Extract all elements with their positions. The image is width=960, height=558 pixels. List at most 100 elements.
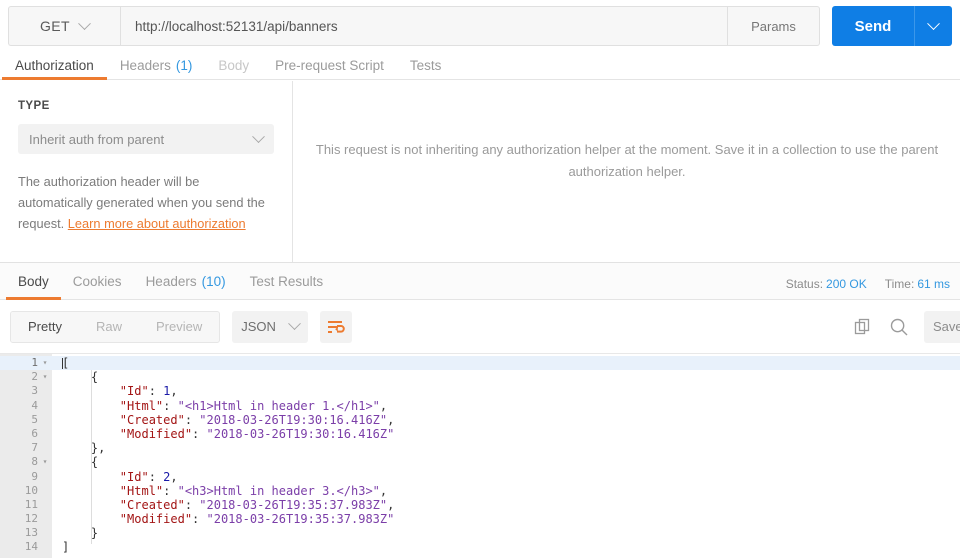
auth-type-panel: TYPE Inherit auth from parent The author… bbox=[0, 81, 293, 262]
auth-help-text: The authorization header will be automat… bbox=[18, 171, 268, 234]
search-button[interactable] bbox=[888, 316, 910, 338]
code-line[interactable]: 4 "Html": "<h1>Html in header 1.</h1>", bbox=[0, 399, 960, 413]
tab-pre-request-script[interactable]: Pre-request Script bbox=[262, 51, 397, 79]
code-line[interactable]: 6 "Modified": "2018-03-26T19:30:16.416Z" bbox=[0, 427, 960, 441]
tab-test-results-label: Test Results bbox=[249, 273, 324, 289]
chevron-down-icon bbox=[288, 317, 302, 331]
request-tabs: Authorization Headers (1) Body Pre-reque… bbox=[0, 52, 960, 80]
auth-type-value: Inherit auth from parent bbox=[29, 131, 165, 147]
tab-response-headers-label: Headers bbox=[145, 273, 197, 289]
send-options-button[interactable] bbox=[914, 6, 952, 46]
tab-test-results[interactable]: Test Results bbox=[238, 263, 336, 299]
auth-message-panel: This request is not inheriting any autho… bbox=[294, 81, 960, 262]
time-label: Time: bbox=[884, 277, 915, 291]
status-label: Status: bbox=[785, 277, 824, 291]
time-indicator: Time: 61 ms bbox=[885, 277, 950, 291]
auth-type-select[interactable]: Inherit auth from parent bbox=[18, 124, 274, 154]
time-value: 61 ms bbox=[917, 277, 950, 291]
line-number: 4 bbox=[31, 398, 38, 412]
code-text: { bbox=[62, 370, 99, 385]
code-text: } bbox=[62, 526, 99, 541]
code-line[interactable]: 2 ▾ { bbox=[0, 370, 960, 384]
view-mode-raw[interactable]: Raw bbox=[79, 312, 139, 342]
code-line[interactable]: 8 ▾ { bbox=[0, 455, 960, 469]
tab-authorization-label: Authorization bbox=[15, 57, 94, 73]
tab-tests-label: Tests bbox=[409, 57, 442, 73]
format-select-value: JSON bbox=[241, 319, 276, 334]
tab-cookies-label: Cookies bbox=[72, 273, 122, 289]
auth-type-heading: TYPE bbox=[18, 100, 50, 112]
code-text: "Html": "<h1>Html in header 1.</h1>", bbox=[119, 398, 388, 413]
code-line[interactable]: 5 "Created": "2018-03-26T19:30:16.416Z", bbox=[0, 413, 960, 427]
code-text: [ bbox=[62, 356, 70, 370]
code-line[interactable]: 7 }, bbox=[0, 441, 960, 455]
code-line[interactable]: 10 "Html": "<h3>Html in header 3.</h3>", bbox=[0, 484, 960, 498]
code-line[interactable]: 13 } bbox=[0, 526, 960, 540]
tab-response-body-label: Body bbox=[18, 273, 49, 289]
line-number: 3 bbox=[31, 384, 38, 398]
code-line[interactable]: 9 "Id": 2, bbox=[0, 470, 960, 484]
chevron-down-icon bbox=[78, 16, 91, 30]
copy-button[interactable] bbox=[852, 316, 874, 338]
code-text: "Id": 1, bbox=[119, 384, 178, 399]
code-text: "Html": "<h3>Html in header 3.</h3>", bbox=[119, 483, 388, 498]
tab-tests[interactable]: Tests bbox=[397, 51, 455, 79]
send-button[interactable]: Send bbox=[832, 6, 914, 46]
format-select[interactable]: JSON bbox=[232, 310, 309, 343]
url-input[interactable]: http://localhost:52131/api/banners bbox=[120, 6, 728, 46]
code-line[interactable]: 12 "Modified": "2018-03-26T19:35:37.983Z… bbox=[0, 512, 960, 526]
line-number: 11 bbox=[24, 497, 38, 511]
tab-response-body[interactable]: Body bbox=[6, 263, 61, 300]
tab-response-headers-count: (10) bbox=[201, 273, 226, 289]
tab-response-headers[interactable]: Headers (10) bbox=[134, 263, 238, 299]
line-number: 10 bbox=[24, 483, 38, 497]
save-response-button[interactable]: Save Response bbox=[924, 310, 960, 343]
status-indicator: Status: 200 OK bbox=[786, 277, 867, 291]
view-mode-preview[interactable]: Preview bbox=[139, 312, 219, 342]
copy-icon bbox=[854, 318, 870, 334]
view-mode-pretty[interactable]: Pretty bbox=[11, 311, 79, 342]
response-body-viewer[interactable]: 1 ▾[2 ▾ {3 "Id": 1, 4 "Html": "<h1>Html in … bbox=[0, 353, 960, 558]
response-meta: Status: 200 OK Time: 61 ms bbox=[786, 277, 950, 291]
tab-cookies[interactable]: Cookies bbox=[61, 263, 134, 299]
json-code-block[interactable]: 1 ▾[2 ▾ {3 "Id": 1, 4 "Html": "<h1>Html in … bbox=[0, 354, 960, 555]
code-line[interactable]: 14] bbox=[0, 540, 960, 554]
send-button-group: Send bbox=[832, 6, 952, 46]
fold-toggle-icon[interactable]: ▾ bbox=[38, 370, 52, 384]
tab-pre-request-script-label: Pre-request Script bbox=[275, 57, 384, 73]
line-number: 7 bbox=[31, 441, 38, 455]
code-text: "Modified": "2018-03-26T19:30:16.416Z" bbox=[119, 426, 395, 441]
code-text: "Id": 2, bbox=[119, 469, 178, 484]
view-mode-group: Pretty Raw Preview bbox=[10, 310, 221, 343]
params-button[interactable]: Params bbox=[728, 6, 820, 46]
http-method-label: GET bbox=[40, 18, 70, 34]
line-number: 9 bbox=[31, 469, 38, 483]
line-number: 1 bbox=[31, 356, 38, 369]
line-number: 13 bbox=[24, 526, 38, 540]
tab-authorization[interactable]: Authorization bbox=[2, 51, 107, 80]
response-tools: Save Response bbox=[852, 310, 960, 343]
code-line[interactable]: 11 "Created": "2018-03-26T19:35:37.983Z"… bbox=[0, 498, 960, 512]
response-body-toolbar: Pretty Raw Preview JSON Save Re bbox=[0, 300, 960, 353]
learn-more-link[interactable]: Learn more about authorization bbox=[68, 216, 246, 231]
code-text: { bbox=[62, 455, 99, 470]
authorization-panel: TYPE Inherit auth from parent The author… bbox=[0, 81, 960, 262]
tab-headers-count: (1) bbox=[175, 57, 193, 73]
line-number: 5 bbox=[31, 412, 38, 426]
fold-toggle-icon[interactable]: ▾ bbox=[38, 356, 52, 370]
line-number: 6 bbox=[31, 426, 38, 440]
fold-toggle-icon[interactable]: ▾ bbox=[38, 455, 52, 469]
http-method-selector[interactable]: GET bbox=[8, 6, 120, 46]
code-line[interactable]: 1 ▾ [ bbox=[0, 356, 960, 371]
auth-inheritance-message: This request is not inheriting any autho… bbox=[315, 142, 939, 179]
tab-body[interactable]: Body bbox=[205, 51, 262, 79]
word-wrap-icon bbox=[327, 320, 345, 333]
chevron-down-icon bbox=[927, 16, 940, 30]
tab-headers[interactable]: Headers (1) bbox=[107, 51, 206, 79]
tab-headers-label: Headers bbox=[119, 57, 171, 73]
word-wrap-toggle[interactable] bbox=[320, 310, 353, 343]
line-number: 12 bbox=[24, 512, 38, 526]
code-line[interactable]: 3 "Id": 1, bbox=[0, 384, 960, 398]
code-text: "Created": "2018-03-26T19:30:16.416Z", bbox=[119, 412, 395, 427]
line-number: 2 bbox=[31, 370, 38, 384]
